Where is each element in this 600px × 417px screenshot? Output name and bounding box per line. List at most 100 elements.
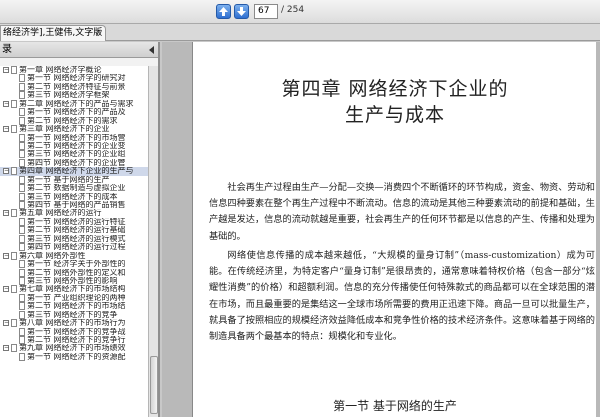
toc-section-item[interactable]: 第三节 网络经济学框架 xyxy=(0,91,148,100)
toc-item-label: 第一节 网络经济下的市场营 xyxy=(27,133,126,142)
collapse-toggle-icon[interactable]: − xyxy=(3,286,9,293)
toc-item-label: 第三节 网络经济的运行模式 xyxy=(27,234,126,243)
collapse-toggle-icon[interactable]: − xyxy=(3,168,9,175)
toc-section-item[interactable]: 第一节 网络经济下的产品及 xyxy=(0,108,148,117)
collapse-toggle-icon[interactable]: − xyxy=(3,100,9,107)
toc-chapter-item[interactable]: − 第七章 网络经济下的市场结构 xyxy=(0,285,148,294)
toc-chapter-item[interactable]: − 第二章 网络经济下的产品与需求 xyxy=(0,99,148,108)
sidebar-scrollbar[interactable] xyxy=(148,66,158,417)
bookmark-page-icon xyxy=(19,260,25,269)
toc-section-item[interactable]: 第二节 网络经济下的市场结 xyxy=(0,302,148,311)
toc-section-item[interactable]: 第四节 网络经济下的企业管 xyxy=(0,158,148,167)
page-total: / 254 xyxy=(281,5,305,15)
toc-chapter-item[interactable]: − 第九章 网络经济下的市场绩效 xyxy=(0,344,148,353)
next-page-button[interactable] xyxy=(234,4,249,19)
toc-section-item[interactable]: 第三节 网络经济下的成本 xyxy=(0,192,148,201)
sidebar-header: 录 xyxy=(0,42,158,58)
toc-item-label: 第五章 网络经济的运行 xyxy=(19,209,102,218)
toc-section-item[interactable]: 第二节 网络经济的运行基础 xyxy=(0,226,148,235)
bookmark-page-icon xyxy=(19,336,25,344)
bookmark-page-icon xyxy=(19,201,25,209)
previous-page-button[interactable] xyxy=(216,4,231,19)
toolbar: 67 / 254 xyxy=(0,0,600,24)
bookmark-page-icon xyxy=(11,319,17,328)
bookmark-page-icon xyxy=(19,141,25,150)
bookmarks-sidebar: 录 − 第一章 网络经济学概论 第一节 网络经济学的研究对 第二节 网络经济特征与前景… xyxy=(0,42,160,417)
collapse-toggle-icon[interactable]: − xyxy=(3,126,9,133)
toc-section-item[interactable]: 第四节 基于网络的产品销售 xyxy=(0,201,148,209)
toc-item-label: 第一节 网络经济下的资源配 xyxy=(27,352,126,361)
scrollbar-thumb[interactable] xyxy=(150,356,158,414)
toc-section-item[interactable]: 第三节 网络经济的运行模式 xyxy=(0,234,148,243)
toc-section-item[interactable]: 第一节 经济学关于外部性的 xyxy=(0,260,148,269)
toc-item-label: 第九章 网络经济下的市场绩效 xyxy=(19,344,126,353)
toc-section-item[interactable]: 第三节 网络经济下的企业组 xyxy=(0,150,148,159)
page-number-input[interactable]: 67 xyxy=(254,4,278,19)
toc-section-item[interactable]: 第一节 网络经济学的研究对 xyxy=(0,74,148,83)
toc-section-item[interactable]: 第二节 网络经济下的需求 xyxy=(0,116,148,125)
toc-item-label: 第一节 网络经济下的产品及 xyxy=(27,108,126,117)
toc-item-label: 第二节 网络经济特征与前景 xyxy=(27,82,126,91)
sidebar-title: 录 xyxy=(2,44,12,55)
section-title: 第一节 基于网络的生产 xyxy=(333,399,457,413)
bookmark-page-icon xyxy=(11,251,17,260)
toc-item-label: 第一节 产业组织理论的两种 xyxy=(27,293,126,302)
toc-tree: − 第一章 网络经济学概论 第一节 网络经济学的研究对 第二节 网络经济特征与前景 第三… xyxy=(0,66,148,417)
arrow-up-icon xyxy=(219,7,228,16)
toc-item-label: 第二节 网络经济下的市场结 xyxy=(27,302,126,311)
collapse-toggle-icon[interactable]: − xyxy=(3,67,9,73)
collapse-toggle-icon[interactable]: − xyxy=(3,320,9,327)
toc-section-item[interactable]: 第四节 网络经济的运行过程 xyxy=(0,243,148,252)
bookmark-page-icon xyxy=(19,327,25,336)
toc-section-item[interactable]: 第二节 网络经济特征与前景 xyxy=(0,82,148,91)
toc-section-item[interactable]: 第一节 产业组织理论的两种 xyxy=(0,293,148,302)
toc-section-item[interactable]: 第三节 网络外部性的影响 xyxy=(0,276,148,285)
toc-section-item[interactable]: 第一节 网络经济的运行特征 xyxy=(0,217,148,226)
bookmark-page-icon xyxy=(19,133,25,142)
bookmark-page-icon xyxy=(19,234,25,243)
document-tab[interactable]: 络经济学],王健伟,文字版 × xyxy=(0,25,106,41)
toc-item-label: 第二节 网络经济的运行基础 xyxy=(27,226,126,235)
toc-section-item[interactable]: 第二节 网络经济下的竞争行 xyxy=(0,336,148,344)
toc-section-item[interactable]: 第一节 网络经济下的资源配 xyxy=(0,352,148,361)
toc-chapter-item[interactable]: − 第五章 网络经济的运行 xyxy=(0,209,148,218)
tab-close-icon[interactable]: × xyxy=(94,26,102,40)
toc-item-label: 第一节 基于网络的生产 xyxy=(27,175,110,184)
bookmark-page-icon xyxy=(19,243,25,252)
bookmark-page-icon xyxy=(19,116,25,125)
toc-item-label: 第二节 网络经济下的需求 xyxy=(27,116,118,125)
collapse-toggle-icon[interactable]: − xyxy=(3,210,9,217)
toc-section-item[interactable]: 第二节 数据制造与虚拟企业 xyxy=(0,184,148,193)
bookmark-page-icon xyxy=(19,158,25,167)
toc-section-item[interactable]: 第二节 网络经济下的企业变 xyxy=(0,141,148,150)
toc-item-label: 第六章 网络外部性 xyxy=(19,251,86,260)
bookmark-page-icon xyxy=(19,217,25,226)
toc-item-label: 第二节 网络外部性的定义和 xyxy=(27,268,126,277)
collapse-toggle-icon[interactable]: − xyxy=(3,345,9,352)
toc-section-item[interactable]: 第一节 网络经济下的市场营 xyxy=(0,133,148,142)
collapse-sidebar-icon[interactable] xyxy=(149,46,154,54)
collapse-toggle-icon[interactable]: − xyxy=(3,252,9,259)
toc-chapter-item[interactable]: − 第八章 网络经济下的市场行为 xyxy=(0,319,148,328)
bookmark-page-icon xyxy=(11,167,17,176)
bookmark-page-icon xyxy=(19,150,25,159)
bookmark-page-icon xyxy=(19,276,25,285)
bookmark-page-icon xyxy=(11,99,17,108)
document-page: 第四章 网络经济下企业的 生产与成本 社会再生产过程由生产—分配—交换—消费四个… xyxy=(192,42,596,417)
toc-chapter-item[interactable]: − 第一章 网络经济学概论 xyxy=(0,66,148,74)
toc-chapter-item[interactable]: − 第六章 网络外部性 xyxy=(0,251,148,260)
toc-chapter-item[interactable]: − 第三章 网络经济下的企业 xyxy=(0,125,148,134)
body-paragraph-1: 社会再生产过程由生产—分配—交换—消费四个不断循环的环节构成，资金、物资、劳动和… xyxy=(209,182,595,242)
toc-item-label: 第三节 网络经济学框架 xyxy=(27,91,110,100)
toc-section-item[interactable]: 第二节 网络外部性的定义和 xyxy=(0,268,148,277)
bookmark-page-icon xyxy=(19,175,25,184)
bookmark-page-icon xyxy=(11,285,17,294)
toc-chapter-item[interactable]: − 第四章 网络经济下企业的生产与 xyxy=(0,167,148,176)
tab-bar: 络经济学],王健伟,文字版 × xyxy=(0,24,600,41)
toc-item-label: 第一节 网络经济下的竞争战 xyxy=(27,327,126,336)
toc-section-item[interactable]: 第三节 网络经济下的竞争 xyxy=(0,310,148,319)
toc-item-label: 第一节 网络经济学的研究对 xyxy=(27,74,126,83)
bookmark-page-icon xyxy=(19,192,25,201)
toc-section-item[interactable]: 第一节 基于网络的生产 xyxy=(0,175,148,184)
toc-section-item[interactable]: 第一节 网络经济下的竞争战 xyxy=(0,327,148,336)
